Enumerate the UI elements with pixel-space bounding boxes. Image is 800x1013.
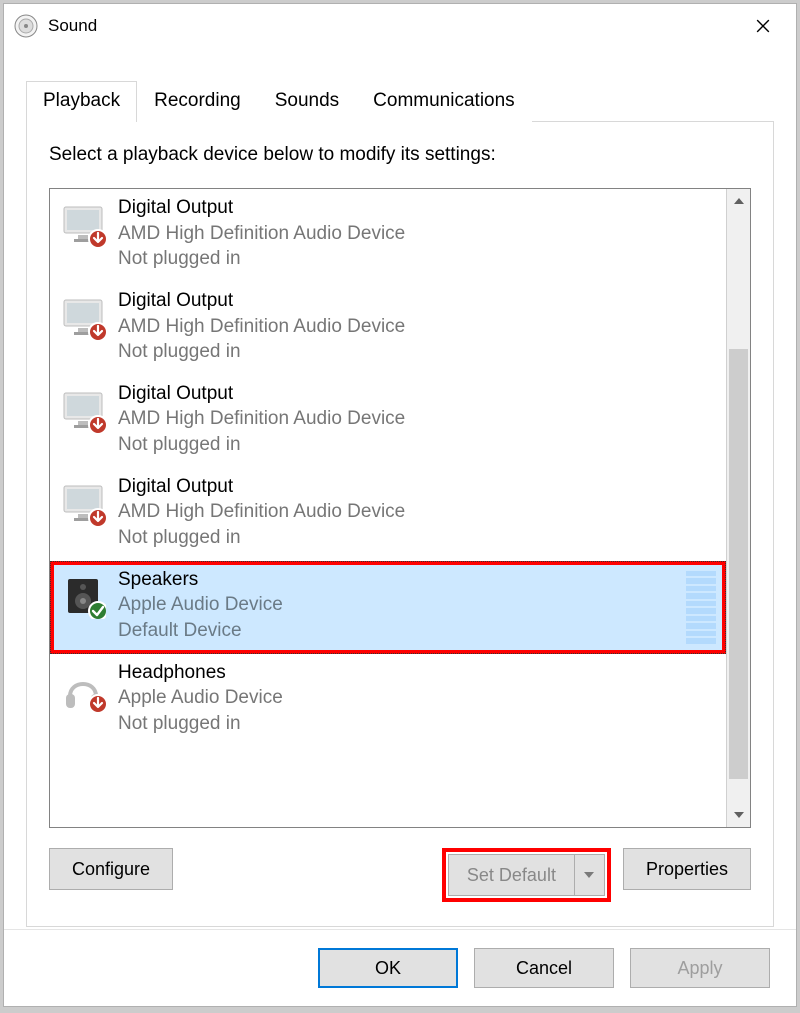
tab-recording[interactable]: Recording: [137, 81, 258, 122]
device-list[interactable]: Digital OutputAMD High Definition Audio …: [50, 189, 726, 827]
headphones-icon: [60, 666, 106, 712]
title-bar: Sound: [4, 4, 796, 48]
tab-sounds[interactable]: Sounds: [258, 81, 356, 122]
set-default-button[interactable]: Set Default: [448, 854, 605, 896]
device-name: Digital Output: [118, 195, 405, 221]
highlight-set-default: Set Default: [442, 848, 611, 902]
apply-button[interactable]: Apply: [630, 948, 770, 988]
ok-button[interactable]: OK: [318, 948, 458, 988]
sound-dialog: Sound Playback Recording Sounds Communic…: [3, 3, 797, 1007]
speaker-icon: [60, 573, 106, 619]
monitor-icon: [60, 480, 106, 526]
monitor-icon: [60, 201, 106, 247]
device-info: Digital OutputAMD High Definition Audio …: [118, 474, 405, 551]
window-title: Sound: [48, 16, 740, 36]
device-row[interactable]: HeadphonesApple Audio DeviceNot plugged …: [50, 654, 726, 747]
device-status: Not plugged in: [118, 525, 405, 551]
device-status: Default Device: [118, 618, 283, 644]
set-default-label: Set Default: [449, 865, 574, 886]
device-driver: AMD High Definition Audio Device: [118, 499, 405, 525]
device-info: Digital OutputAMD High Definition Audio …: [118, 195, 405, 272]
device-row[interactable]: Digital OutputAMD High Definition Audio …: [50, 189, 726, 282]
instruction-text: Select a playback device below to modify…: [49, 144, 751, 166]
level-meter: [686, 571, 716, 644]
device-name: Digital Output: [118, 288, 405, 314]
device-info: Digital OutputAMD High Definition Audio …: [118, 288, 405, 365]
device-info: HeadphonesApple Audio DeviceNot plugged …: [118, 660, 283, 737]
scroll-up-button[interactable]: [727, 189, 750, 213]
cancel-button[interactable]: Cancel: [474, 948, 614, 988]
device-name: Speakers: [118, 567, 283, 593]
monitor-icon: [60, 387, 106, 433]
tab-strip: Playback Recording Sounds Communications: [26, 80, 774, 121]
scroll-thumb[interactable]: [729, 349, 748, 779]
device-name: Headphones: [118, 660, 283, 686]
scroll-down-button[interactable]: [727, 803, 750, 827]
device-name: Digital Output: [118, 381, 405, 407]
device-driver: AMD High Definition Audio Device: [118, 221, 405, 247]
device-info: SpeakersApple Audio DeviceDefault Device: [118, 567, 283, 644]
tab-panel-playback: Select a playback device below to modify…: [26, 121, 774, 927]
device-row[interactable]: Digital OutputAMD High Definition Audio …: [50, 282, 726, 375]
device-row[interactable]: Digital OutputAMD High Definition Audio …: [50, 468, 726, 561]
device-status: Not plugged in: [118, 339, 405, 365]
device-list-container: Digital OutputAMD High Definition Audio …: [49, 188, 751, 828]
device-driver: Apple Audio Device: [118, 685, 283, 711]
device-status: Not plugged in: [118, 711, 283, 737]
close-button[interactable]: [740, 8, 786, 44]
sound-app-icon: [14, 14, 38, 38]
button-row: Configure Set Default Properties: [49, 848, 751, 902]
device-name: Digital Output: [118, 474, 405, 500]
monitor-icon: [60, 294, 106, 340]
device-driver: AMD High Definition Audio Device: [118, 406, 405, 432]
device-status: Not plugged in: [118, 246, 405, 272]
device-row[interactable]: Digital OutputAMD High Definition Audio …: [50, 375, 726, 468]
configure-button[interactable]: Configure: [49, 848, 173, 890]
set-default-dropdown[interactable]: [574, 855, 604, 895]
device-status: Not plugged in: [118, 432, 405, 458]
properties-button[interactable]: Properties: [623, 848, 751, 890]
dialog-buttons: OK Cancel Apply: [4, 929, 796, 1006]
device-row[interactable]: SpeakersApple Audio DeviceDefault Device: [50, 561, 726, 654]
device-driver: AMD High Definition Audio Device: [118, 314, 405, 340]
device-driver: Apple Audio Device: [118, 592, 283, 618]
scrollbar[interactable]: [726, 189, 750, 827]
device-info: Digital OutputAMD High Definition Audio …: [118, 381, 405, 458]
tab-playback[interactable]: Playback: [26, 81, 137, 122]
tab-communications[interactable]: Communications: [356, 81, 532, 122]
